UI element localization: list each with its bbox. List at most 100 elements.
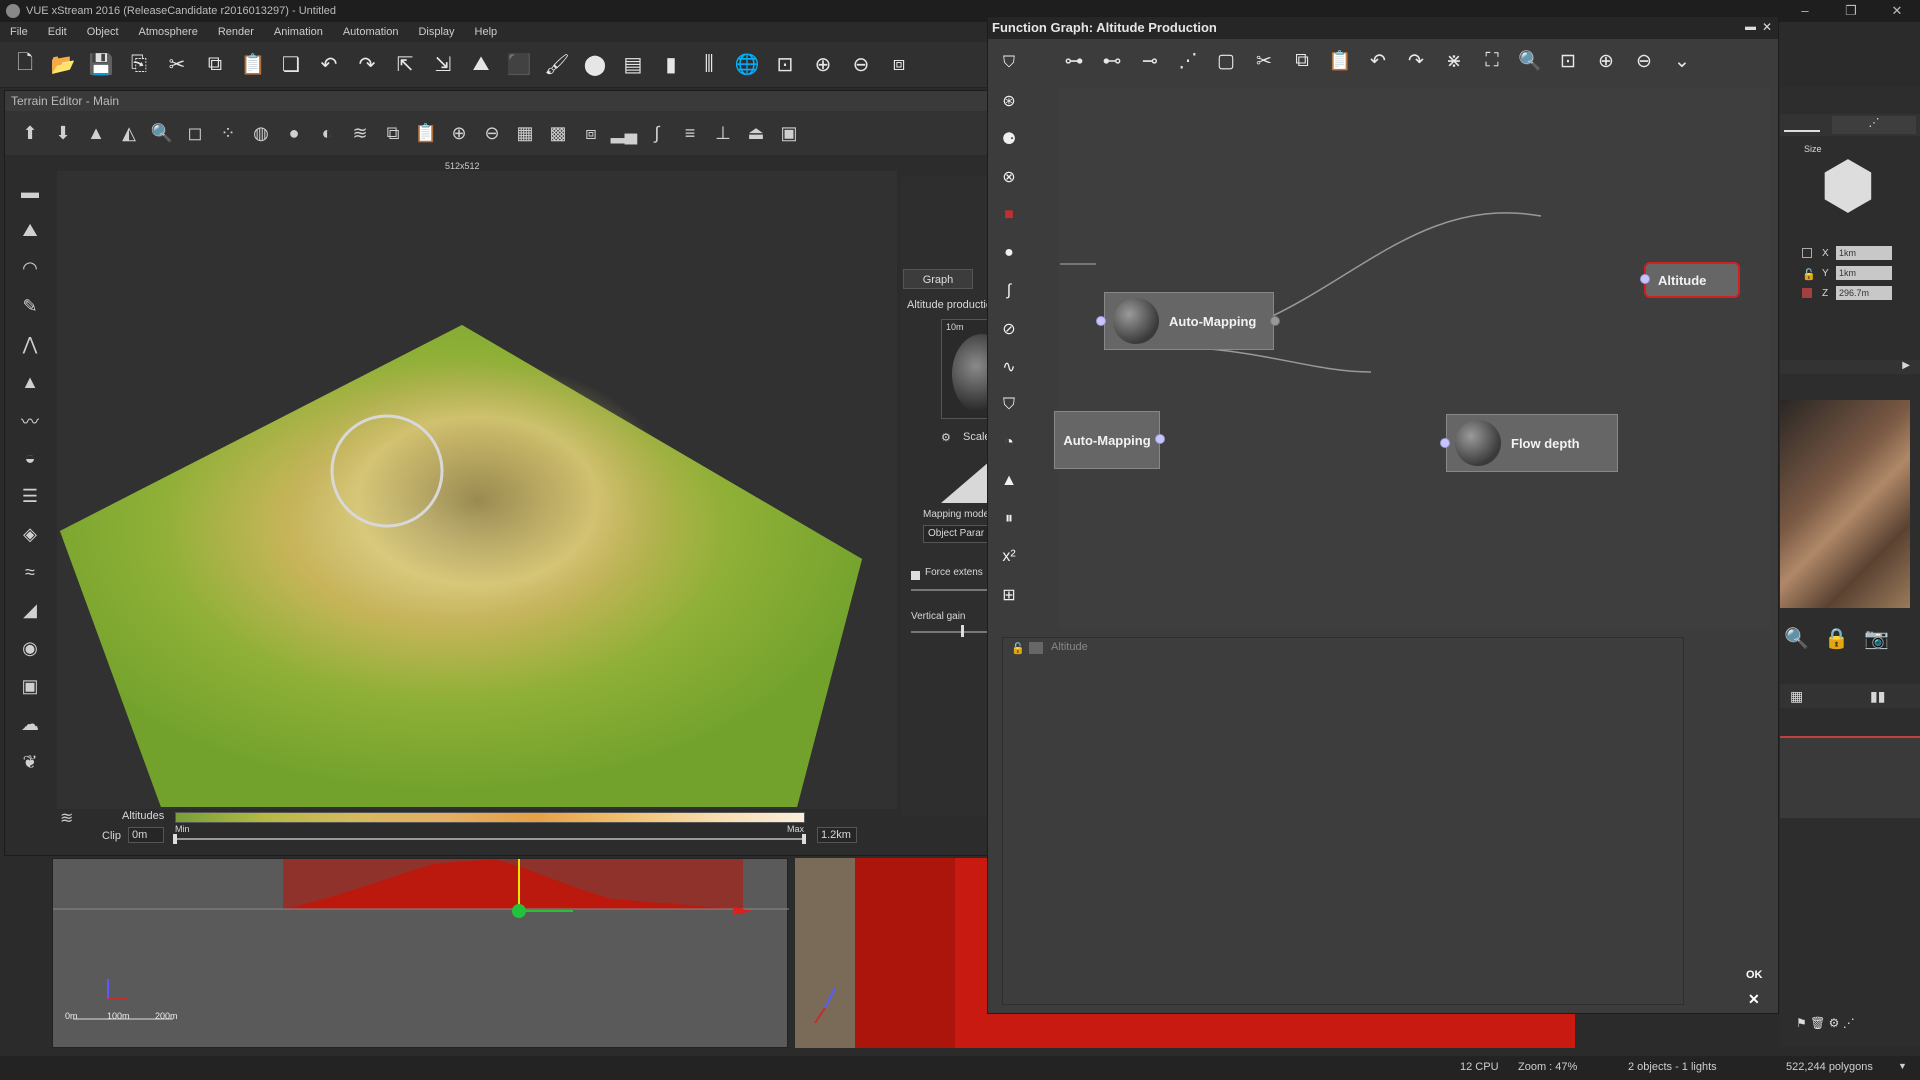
copy-terrain-icon[interactable]: ⧉ [378, 118, 408, 149]
min-slider-handle[interactable] [173, 834, 177, 844]
force-extension-checkbox[interactable] [911, 571, 920, 580]
menu-file[interactable]: File [0, 26, 38, 38]
menu-display[interactable]: Display [408, 26, 464, 38]
node-auto-mapping-bottom[interactable]: Auto-Mapping [1054, 411, 1160, 469]
material-search-icon[interactable]: 🔍 [1784, 626, 1809, 651]
paste-icon[interactable]: 📋 [236, 48, 270, 82]
insert-before-icon[interactable]: ⊸ [1134, 45, 1166, 77]
redo-icon[interactable]: ↷ [350, 48, 384, 82]
square-icon[interactable]: ◻ [180, 118, 210, 149]
rock-brush-icon[interactable]: ◈ [15, 519, 45, 550]
node-input-port[interactable] [1440, 438, 1450, 448]
status-dropdown-icon[interactable]: ▼ [1898, 1061, 1907, 1071]
function-node-icon[interactable]: ∫ [995, 275, 1023, 307]
side-view-viewport[interactable]: 0m 100m 200m [52, 858, 789, 1048]
half-sphere-icon[interactable]: ◐ [312, 118, 342, 149]
magnify-icon[interactable]: 🔍 [147, 118, 177, 149]
peak-brush-icon[interactable]: ▲ [15, 367, 45, 398]
settings-icon[interactable]: ▣ [774, 118, 804, 149]
terrain-3d-viewport[interactable] [57, 171, 897, 809]
gizmo-cube-icon[interactable]: ⬢ [1820, 150, 1876, 220]
altitude-gradient[interactable] [175, 812, 805, 823]
force-extension-slider[interactable] [911, 589, 997, 591]
curve-node-icon[interactable]: ∿ [995, 351, 1023, 383]
node-auto-mapping-top[interactable]: Auto-Mapping [1104, 292, 1274, 350]
sphere-icon[interactable]: ● [279, 118, 309, 149]
color-node-icon[interactable]: ■ [995, 199, 1023, 231]
tab-graph[interactable]: Graph [903, 269, 973, 289]
new-file-icon[interactable]: 🗋 [8, 48, 42, 82]
material-camera-icon[interactable]: 📷 [1864, 626, 1889, 651]
raise-icon[interactable]: ⬆ [15, 118, 45, 149]
expand-graph-icon[interactable]: ⌄ [1666, 45, 1698, 77]
terrace-brush-icon[interactable]: ☰ [15, 481, 45, 512]
vertical-gain-handle[interactable] [961, 625, 964, 637]
eye-brush-icon[interactable]: ◉ [15, 633, 45, 664]
y-size-input[interactable]: 1km [1836, 266, 1892, 280]
filter-node-icon[interactable]: ⛉ [995, 389, 1023, 421]
insert-node-icon[interactable]: ⊶ [1058, 45, 1090, 77]
cut-node-icon[interactable]: ✂ [1248, 45, 1280, 77]
panel-tab-one[interactable] [1784, 116, 1820, 132]
ok-button[interactable]: OK [1746, 969, 1763, 981]
node-output-port[interactable] [1270, 316, 1280, 326]
copy-icon[interactable]: ⧉ [198, 48, 232, 82]
align-icon[interactable]: ▮ [654, 48, 688, 82]
panel-tab-two[interactable]: ⋰ [1832, 116, 1916, 134]
scale-icon[interactable]: ⚙ [941, 431, 951, 444]
vertical-gain-slider[interactable] [911, 631, 997, 633]
brush-icon[interactable]: 🖌 [540, 48, 574, 82]
select-icon[interactable]: ⇱ [388, 48, 422, 82]
grid-plus-icon[interactable]: ▩ [543, 118, 573, 149]
close-graph-icon[interactable]: ✕ [1762, 20, 1772, 34]
zoom-out-icon[interactable]: ⊖ [844, 48, 878, 82]
z-size-input[interactable]: 296.7m [1836, 286, 1892, 300]
steps-icon[interactable]: ⊥ [708, 118, 738, 149]
scene-tools-icons[interactable]: ⚑ 🗑 ⚙ ⋰ [1796, 1016, 1855, 1030]
plateau-icon[interactable]: ⏏ [741, 118, 771, 149]
constant-node-icon[interactable]: ● [995, 237, 1023, 269]
node-input-port[interactable] [1640, 274, 1650, 284]
node-input-port[interactable] [1096, 316, 1106, 326]
restore-icon[interactable]: ❐ [1828, 0, 1874, 22]
wave-brush-icon[interactable]: ≈ [15, 557, 45, 588]
grid-minus-icon[interactable]: ▦ [510, 118, 540, 149]
dynamics-node-icon[interactable]: ◔ [995, 427, 1023, 459]
x-lock-icon[interactable] [1802, 248, 1812, 258]
connect-icon[interactable]: ⋰ [1172, 45, 1204, 77]
zoom-out-graph-icon[interactable]: ⊖ [1628, 45, 1660, 77]
material-lock-icon[interactable]: 🔒 [1824, 626, 1849, 651]
max-input[interactable]: 1.2km [817, 827, 857, 843]
terrain-icon[interactable]: ⛰ [464, 48, 498, 82]
material-preview[interactable] [1780, 400, 1910, 608]
maximize-graph-icon[interactable]: ▬ [1745, 21, 1756, 33]
paste-node-icon[interactable]: 📋 [1324, 45, 1356, 77]
zoom-in-graph-icon[interactable]: ⊕ [1590, 45, 1622, 77]
curve-icon[interactable]: ∫ [642, 118, 672, 149]
smudge-brush-icon[interactable]: 〰 [15, 405, 45, 436]
ridge-brush-icon[interactable]: ⋀ [15, 329, 45, 360]
menu-render[interactable]: Render [208, 26, 264, 38]
pause-node-icon[interactable]: ⏸ [995, 503, 1023, 535]
node-flow-depth[interactable]: Flow depth [1446, 414, 1618, 472]
math-node-icon[interactable]: x² [995, 541, 1023, 573]
menu-edit[interactable]: Edit [38, 26, 77, 38]
frame-selection-icon[interactable]: ⊡ [1552, 45, 1584, 77]
node-output-port[interactable] [1155, 434, 1165, 444]
y-lock-icon[interactable]: 🔓 [1802, 268, 1816, 281]
fit-icon[interactable]: ⧈ [882, 48, 916, 82]
histogram-icon[interactable]: ▂▄ [609, 118, 639, 149]
save-as-icon[interactable]: ⎘ [122, 48, 156, 82]
max-slider-handle[interactable] [802, 834, 806, 844]
plant-brush-icon[interactable]: ❦ [15, 747, 45, 778]
minimize-icon[interactable]: – [1782, 0, 1828, 22]
clip-input[interactable]: 0m [128, 827, 164, 843]
zoom-out-terrain-icon[interactable]: ⊖ [477, 118, 507, 149]
cut-icon[interactable]: ✂ [160, 48, 194, 82]
sphere-grid-icon[interactable]: ◍ [246, 118, 276, 149]
material-icon[interactable]: ⬤ [578, 48, 612, 82]
checker-icon[interactable]: ▦ [1790, 688, 1803, 705]
erode-icon[interactable]: ◭ [114, 118, 144, 149]
zoom-in-icon[interactable]: ⊕ [806, 48, 840, 82]
erosion-brush-icon[interactable]: ☁ [15, 709, 45, 740]
